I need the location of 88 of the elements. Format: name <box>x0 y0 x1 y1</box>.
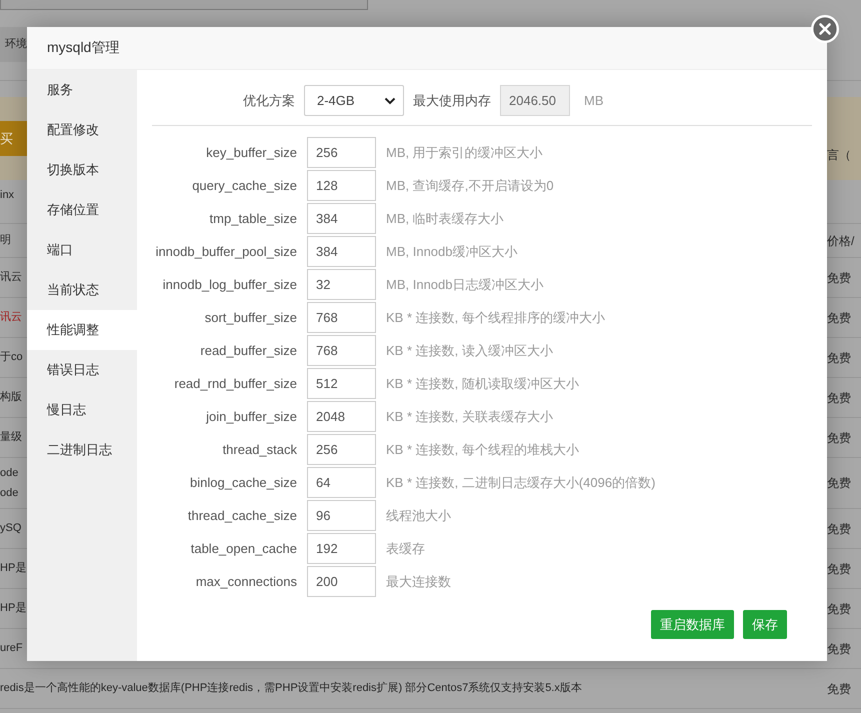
plan-select[interactable]: 2-4GB <box>304 85 404 116</box>
table-cell: 于co <box>0 350 23 365</box>
param-input[interactable]: 128 <box>307 170 376 201</box>
param-input[interactable]: 200 <box>307 566 376 597</box>
param-label: max_connections <box>194 573 297 591</box>
param-hint: 表缓存 <box>386 540 425 558</box>
param-hint: KB * 连接数, 关联表缓存大小 <box>386 408 553 426</box>
param-label: innodb_buffer_pool_size <box>154 243 297 261</box>
table-cell: redis是一个高性能的key-value数据库(PHP连接redis，需PHP设置中安装redis扩展) 部分Centos7系统仅支持安装5.x版本 <box>0 681 582 696</box>
table-cell: 免费 <box>827 680 851 696</box>
param-input[interactable]: 384 <box>307 203 376 234</box>
table-cell: 讯云 <box>0 310 22 325</box>
param-input[interactable]: 64 <box>307 467 376 498</box>
table-cell: HP是 <box>0 601 26 616</box>
table-cell: 免费 <box>827 640 851 656</box>
tab[interactable]: 环境 <box>0 27 27 62</box>
table-cell: 免费 <box>827 310 851 326</box>
table-cell: ode <box>0 466 18 480</box>
table-cell: ode <box>0 486 18 500</box>
table-cell: 免费 <box>827 430 851 446</box>
param-input[interactable]: 384 <box>307 236 376 267</box>
param-label: sort_buffer_size <box>204 309 297 327</box>
sidebar-item[interactable]: 性能调整 <box>27 310 137 350</box>
table-cell: HP是 <box>0 561 26 576</box>
param-hint: MB, Innodb日志缓冲区大小 <box>386 276 544 294</box>
table-cell: 讯云 <box>0 270 22 285</box>
param-input[interactable]: 96 <box>307 500 376 531</box>
table-cell: 免费 <box>827 350 851 366</box>
table-cell: 免费 <box>827 475 851 491</box>
modal-title: mysqld管理 <box>47 39 120 57</box>
sidebar-item[interactable]: 慢日志 <box>27 390 137 430</box>
param-hint: MB, 临时表缓存大小 <box>386 210 504 228</box>
unit-label: MB <box>584 93 604 108</box>
param-input[interactable]: 768 <box>307 335 376 366</box>
table-cell: ySQ <box>0 521 22 536</box>
param-label: binlog_cache_size <box>189 474 297 492</box>
param-label: read_rnd_buffer_size <box>173 375 297 393</box>
param-hint: KB * 连接数, 二进制日志缓存大小(4096的倍数) <box>386 474 656 492</box>
field-label: 最大使用内存 <box>413 92 491 110</box>
param-input[interactable]: 768 <box>307 302 376 333</box>
chevron-down-icon <box>384 96 396 104</box>
search-field[interactable] <box>0 0 368 10</box>
param-hint: MB, 查询缓存,不开启请设为0 <box>386 177 554 195</box>
param-hint: KB * 连接数, 每个线程的堆栈大小 <box>386 441 579 459</box>
param-hint: MB, Innodb缓冲区大小 <box>386 243 518 261</box>
param-hint: 线程池大小 <box>386 507 451 525</box>
param-label: join_buffer_size <box>204 408 297 426</box>
column-header: 明 <box>0 233 11 248</box>
table-cell: 免费 <box>827 270 851 286</box>
sidebar-item[interactable]: 配置修改 <box>27 110 137 150</box>
table-cell: 免费 <box>827 520 851 536</box>
sidebar-item[interactable]: 服务 <box>27 70 137 110</box>
sidebar-item[interactable]: 二进制日志 <box>27 430 137 470</box>
table-cell: 免费 <box>827 560 851 576</box>
param-hint: MB, 用于索引的缓冲区大小 <box>386 144 543 162</box>
param-label: key_buffer_size <box>205 144 297 162</box>
table-cell: 免费 <box>827 390 851 406</box>
sidebar-item[interactable]: 切换版本 <box>27 150 137 190</box>
table-cell: 量级 <box>0 430 22 445</box>
sidebar-item[interactable]: 错误日志 <box>27 350 137 390</box>
param-label: table_open_cache <box>190 540 297 558</box>
param-label: thread_stack <box>222 441 297 459</box>
param-label: thread_cache_size <box>186 507 297 525</box>
param-input[interactable]: 2048 <box>307 401 376 432</box>
field-label: 优化方案 <box>242 92 295 110</box>
param-input[interactable]: 256 <box>307 137 376 168</box>
param-input[interactable]: 192 <box>307 533 376 564</box>
param-hint: KB * 连接数, 随机读取缓冲区大小 <box>386 375 579 393</box>
param-label: read_buffer_size <box>199 342 297 360</box>
param-hint: KB * 连接数, 每个线程排序的缓冲大小 <box>386 309 605 327</box>
intro-text: inx <box>0 188 14 203</box>
column-header: 价格/ <box>827 232 854 248</box>
sidebar-item[interactable]: 存储位置 <box>27 190 137 230</box>
param-label: tmp_table_size <box>208 210 297 228</box>
param-input[interactable]: 256 <box>307 434 376 465</box>
param-input[interactable]: 512 <box>307 368 376 399</box>
sidebar-item[interactable]: 当前状态 <box>27 270 137 310</box>
param-label: query_cache_size <box>191 177 297 195</box>
table-cell: 构版 <box>0 390 22 405</box>
param-hint: KB * 连接数, 读入缓冲区大小 <box>386 342 553 360</box>
param-label: innodb_log_buffer_size <box>162 276 297 294</box>
param-input[interactable]: 32 <box>307 269 376 300</box>
table-cell: ureF <box>0 641 23 656</box>
close-icon[interactable] <box>811 15 839 43</box>
param-hint: 最大连接数 <box>386 573 451 591</box>
notice-text: 言（ <box>827 147 852 164</box>
table-cell: 免费 <box>827 600 851 616</box>
sidebar-item[interactable]: 端口 <box>27 230 137 270</box>
